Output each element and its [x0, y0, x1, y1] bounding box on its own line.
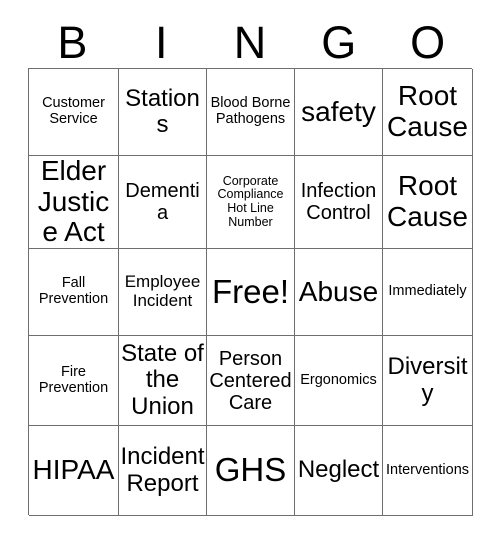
bingo-cell-label: Fall Prevention: [38, 275, 109, 307]
bingo-cell-free-space[interactable]: Free!: [207, 249, 295, 336]
bingo-cell-r2c2[interactable]: Dementia: [119, 156, 207, 249]
bingo-cell-r3c5[interactable]: Immediately: [383, 249, 473, 336]
bingo-cell-r3c2[interactable]: Employee Incident: [119, 249, 207, 336]
bingo-cell-label: Abuse: [298, 275, 379, 307]
bingo-header-letter-b: B: [57, 16, 88, 68]
bingo-cell-r1c5[interactable]: Root Cause: [383, 69, 473, 156]
bingo-header-letter-i: I: [154, 16, 168, 68]
bingo-cell-r4c5[interactable]: Diversity: [383, 336, 473, 426]
bingo-cell-r4c2[interactable]: State of the Union: [119, 336, 207, 426]
bingo-grid: Customer Service Stations Blood Borne Pa…: [28, 68, 473, 516]
bingo-cell-r4c4[interactable]: Ergonomics: [295, 336, 383, 426]
bingo-cell-label: Dementia: [125, 180, 200, 224]
bingo-cell-label: Customer Service: [42, 95, 105, 127]
bingo-cell-label: Free!: [211, 272, 290, 310]
bingo-cell-label: Root Cause: [387, 80, 468, 142]
bingo-cell-label: safety: [301, 95, 376, 127]
bingo-cell-label: Incident Report: [120, 443, 205, 497]
bingo-cell-r2c1[interactable]: Elder Justice Act: [29, 156, 119, 249]
bingo-cell-label: Person Centered Care: [209, 347, 292, 414]
bingo-cell-r5c2[interactable]: Incident Report: [119, 426, 207, 516]
bingo-cell-label: Elder Justice Act: [37, 156, 110, 248]
bingo-header-letter-g: G: [321, 16, 357, 68]
bingo-cell-r4c1[interactable]: Fire Prevention: [29, 336, 119, 426]
bingo-cell-label: HIPAA: [32, 454, 115, 486]
bingo-card: B I N G O Customer Service Stations Bloo…: [0, 0, 500, 544]
bingo-cell-r2c3[interactable]: Corporate Compliance Hot Line Number: [207, 156, 295, 249]
bingo-cell-label: Diversity: [387, 353, 468, 407]
bingo-cell-label: GHS: [214, 451, 287, 489]
bingo-cell-label: Employee Incident: [124, 272, 201, 310]
bingo-cell-label: Root Cause: [387, 170, 468, 232]
bingo-cell-r5c1[interactable]: HIPAA: [29, 426, 119, 516]
bingo-cell-label: Blood Borne Pathogens: [210, 95, 291, 127]
bingo-cell-label: Immediately: [388, 283, 467, 300]
bingo-cell-label: Ergonomics: [300, 371, 377, 388]
bingo-cell-label: Corporate Compliance Hot Line Number: [217, 173, 284, 229]
bingo-cell-label: Interventions: [385, 461, 470, 478]
bingo-cell-r1c2[interactable]: Stations: [119, 69, 207, 156]
bingo-cell-r2c5[interactable]: Root Cause: [383, 156, 473, 249]
bingo-cell-r3c1[interactable]: Fall Prevention: [29, 249, 119, 336]
bingo-cell-r5c5[interactable]: Interventions: [383, 426, 473, 516]
bingo-cell-r2c4[interactable]: Infection Control: [295, 156, 383, 249]
bingo-header: B I N G O: [28, 18, 472, 66]
bingo-cell-label: Infection Control: [300, 180, 377, 224]
bingo-cell-r1c4[interactable]: safety: [295, 69, 383, 156]
bingo-cell-r1c1[interactable]: Customer Service: [29, 69, 119, 156]
bingo-cell-r5c3[interactable]: GHS: [207, 426, 295, 516]
bingo-cell-r4c3[interactable]: Person Centered Care: [207, 336, 295, 426]
bingo-cell-r1c3[interactable]: Blood Borne Pathogens: [207, 69, 295, 156]
bingo-header-letter-n: N: [233, 16, 267, 68]
bingo-cell-r5c4[interactable]: Neglect: [295, 426, 383, 516]
bingo-cell-label: Fire Prevention: [38, 363, 109, 396]
bingo-header-letter-o: O: [410, 16, 446, 68]
bingo-cell-label: Neglect: [297, 456, 380, 484]
bingo-cell-label: Stations: [125, 84, 200, 138]
bingo-cell-label: State of the Union: [121, 339, 204, 420]
bingo-cell-r3c4[interactable]: Abuse: [295, 249, 383, 336]
